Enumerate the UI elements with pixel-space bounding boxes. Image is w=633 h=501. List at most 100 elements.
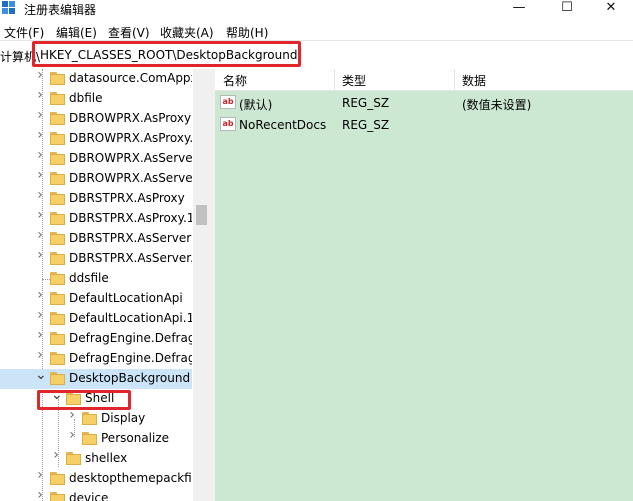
tree-item-label: DBRSTPRX.AsServer bbox=[69, 231, 192, 245]
value-data: (数值未设置) bbox=[462, 98, 532, 112]
tree-item[interactable]: › DefaultLocationApi bbox=[0, 288, 192, 309]
tree-item-label: DBROWPRX.AsServer bbox=[69, 171, 192, 185]
chevron-right-icon[interactable]: › bbox=[35, 488, 45, 501]
chevron-right-icon[interactable]: › bbox=[35, 248, 45, 262]
chevron-right-icon[interactable]: › bbox=[35, 168, 45, 182]
chevron-right-icon[interactable]: › bbox=[35, 348, 45, 362]
folder-icon bbox=[82, 432, 97, 445]
string-value-icon: ab bbox=[220, 117, 236, 131]
tree-item-label: dbfile bbox=[69, 91, 103, 105]
folder-icon bbox=[66, 452, 81, 465]
menu-favorites[interactable]: 收藏夹(A) bbox=[160, 24, 214, 40]
close-button[interactable]: ✕ bbox=[588, 0, 633, 18]
tree-item[interactable]: › device bbox=[0, 488, 192, 501]
registry-editor-icon bbox=[2, 1, 15, 14]
list-item[interactable]: ab (默认) REG_SZ (数值未设置) bbox=[215, 92, 633, 113]
string-value-icon: ab bbox=[220, 95, 236, 109]
menu-bar: 文件(F) 编辑(E) 查看(V) 收藏夹(A) 帮助(H) bbox=[0, 22, 633, 40]
tree-item-label: DBROWPRX.AsProxy. bbox=[69, 131, 192, 145]
chevron-down-icon[interactable]: ⌄ bbox=[35, 368, 47, 382]
column-divider[interactable] bbox=[334, 69, 335, 90]
maximize-button[interactable]: ☐ bbox=[544, 0, 590, 18]
tree-item[interactable]: › Display bbox=[0, 408, 192, 429]
menu-file[interactable]: 文件(F) bbox=[4, 24, 44, 40]
tree-item[interactable]: › DefragEngine.Defrag bbox=[0, 328, 192, 349]
chevron-right-icon[interactable]: › bbox=[35, 328, 45, 342]
tree-item[interactable]: › DefragEngine.Defrag bbox=[0, 348, 192, 369]
tree-item[interactable]: › DBRSTPRX.AsProxy bbox=[0, 188, 192, 209]
tree-item[interactable]: › DBROWPRX.AsServer bbox=[0, 168, 192, 189]
folder-icon bbox=[50, 312, 65, 325]
chevron-right-icon[interactable]: › bbox=[35, 128, 45, 142]
chevron-right-icon[interactable]: › bbox=[67, 408, 77, 422]
folder-icon bbox=[50, 352, 65, 365]
tree-item[interactable]: › DBRSTPRX.AsServer bbox=[0, 228, 192, 249]
chevron-right-icon[interactable]: › bbox=[35, 148, 45, 162]
tree-item[interactable]: › DBROWPRX.AsProxy. bbox=[0, 128, 192, 149]
tree-item-label: ddsfile bbox=[69, 271, 109, 285]
tree-item[interactable]: › dbfile bbox=[0, 88, 192, 109]
tree-item-label: DBROWPRX.AsProxy bbox=[69, 111, 192, 125]
column-divider[interactable] bbox=[454, 69, 455, 90]
registry-tree: › datasource.ComAppx › dbfile › DBROWPRX.AsPr… bbox=[0, 69, 192, 501]
value-name: (默认) bbox=[239, 98, 273, 112]
folder-icon bbox=[50, 92, 65, 105]
folder-icon bbox=[50, 72, 65, 85]
value-name: NoRecentDocs bbox=[239, 118, 327, 132]
tree-item[interactable]: ddsfile bbox=[0, 269, 192, 289]
folder-icon bbox=[50, 132, 65, 145]
folder-icon bbox=[50, 232, 65, 245]
minimize-button[interactable]: — bbox=[496, 0, 542, 18]
tree-item-label: DefragEngine.Defrag bbox=[69, 351, 192, 365]
tree-item[interactable]: › DefaultLocationApi.1 bbox=[0, 308, 192, 329]
tree-item-label: device bbox=[69, 491, 109, 501]
shell-highlight-annotation bbox=[37, 390, 131, 410]
tree-item[interactable]: › Personalize bbox=[0, 428, 192, 449]
tree-item[interactable]: › DBROWPRX.AsServer bbox=[0, 148, 192, 169]
column-data-header[interactable]: 数据 bbox=[462, 72, 486, 89]
chevron-right-icon[interactable]: › bbox=[35, 69, 45, 82]
chevron-right-icon[interactable]: › bbox=[35, 288, 45, 302]
column-type-header[interactable]: 类型 bbox=[342, 72, 366, 89]
tree-item[interactable]: › DBRSTPRX.AsProxy.1 bbox=[0, 208, 192, 229]
folder-icon bbox=[50, 192, 65, 205]
folder-icon bbox=[50, 212, 65, 225]
folder-icon bbox=[50, 272, 65, 285]
tree-item-label: DefaultLocationApi bbox=[69, 291, 183, 305]
chevron-right-icon[interactable]: › bbox=[35, 228, 45, 242]
chevron-right-icon[interactable]: › bbox=[67, 428, 77, 442]
chevron-right-icon[interactable]: › bbox=[35, 308, 45, 322]
tree-item[interactable]: › DBROWPRX.AsProxy bbox=[0, 108, 192, 129]
tree-item[interactable]: ⌄ DesktopBackground bbox=[0, 368, 192, 389]
tree-scrollbar-thumb[interactable] bbox=[196, 205, 207, 225]
tree-item[interactable]: › DBRSTPRX.AsServer.1 bbox=[0, 248, 192, 269]
menu-view[interactable]: 查看(V) bbox=[108, 24, 150, 40]
tree-item[interactable]: › datasource.ComAppx bbox=[0, 69, 192, 89]
folder-icon bbox=[50, 372, 65, 385]
values-list: 名称 类型 数据 ab (默认) REG_SZ (数值未设置) ab NoRec… bbox=[215, 69, 633, 501]
menu-help[interactable]: 帮助(H) bbox=[226, 24, 268, 40]
tree-guide-line bbox=[42, 279, 50, 280]
tree-item-label: DesktopBackground bbox=[69, 371, 191, 385]
chevron-right-icon[interactable]: › bbox=[35, 188, 45, 202]
folder-icon bbox=[50, 492, 65, 501]
tree-item-label: datasource.ComAppx bbox=[69, 71, 192, 85]
window-title: 注册表编辑器 bbox=[24, 3, 97, 17]
folder-icon bbox=[50, 172, 65, 185]
menu-edit[interactable]: 编辑(E) bbox=[56, 24, 97, 40]
chevron-right-icon[interactable]: › bbox=[35, 88, 45, 102]
value-type: REG_SZ bbox=[342, 96, 390, 110]
chevron-right-icon[interactable]: › bbox=[35, 208, 45, 222]
tree-item-label: DBRSTPRX.AsProxy.1 bbox=[69, 211, 192, 225]
chevron-right-icon[interactable]: › bbox=[35, 468, 45, 482]
chevron-right-icon[interactable]: › bbox=[51, 448, 61, 462]
tree-item-label: DBRSTPRX.AsProxy bbox=[69, 191, 185, 205]
column-name-header[interactable]: 名称 bbox=[223, 72, 247, 89]
tree-item-label: desktopthemepackfil bbox=[69, 471, 192, 485]
tree-item[interactable]: › shellex bbox=[0, 448, 192, 469]
tree-scrollbar[interactable] bbox=[193, 69, 210, 501]
list-item[interactable]: ab NoRecentDocs REG_SZ bbox=[215, 114, 633, 135]
tree-item[interactable]: › desktopthemepackfil bbox=[0, 468, 192, 489]
folder-icon bbox=[50, 152, 65, 165]
chevron-right-icon[interactable]: › bbox=[35, 108, 45, 122]
